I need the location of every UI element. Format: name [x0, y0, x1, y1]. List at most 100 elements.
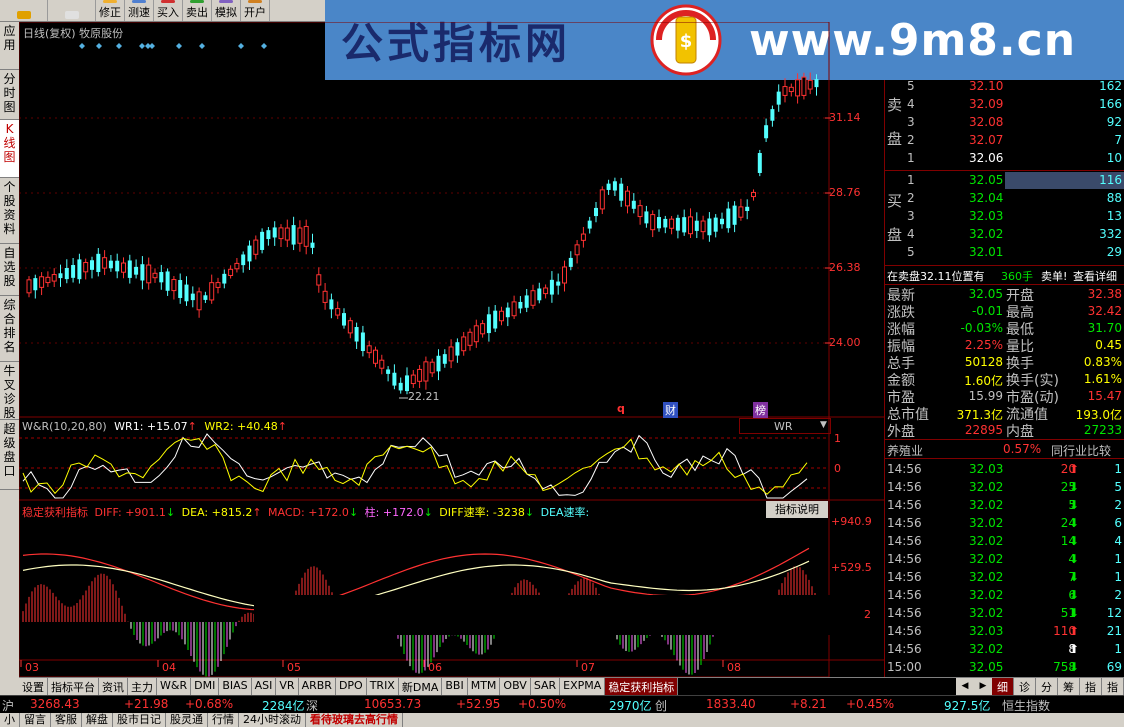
tick-row: 14:56 32.02 5 ⬇ 2 — [885, 497, 1124, 514]
right-panel-tab-5[interactable]: 指 — [1102, 678, 1124, 695]
ask-level: 5 — [907, 79, 915, 93]
indicator-tab-12[interactable]: 新DMA — [399, 678, 443, 695]
status-item-1[interactable]: 留言 — [20, 713, 51, 727]
left-tab-1[interactable]: 分时图 — [0, 70, 19, 120]
bid-row[interactable]: 4 32.02 332 — [885, 226, 1124, 243]
bid-row[interactable]: 2 32.04 88 — [885, 190, 1124, 207]
status-item-0[interactable]: 小 — [0, 713, 20, 727]
candle-body — [410, 374, 416, 385]
toolbar-button-1[interactable] — [48, 0, 96, 21]
indicator-tab-13[interactable]: BBI — [442, 678, 468, 695]
ask-row[interactable]: 4 32.09 166 — [885, 96, 1124, 113]
ask-row[interactable]: 2 32.07 7 — [885, 132, 1124, 149]
indicator-tab-7[interactable]: ASI — [252, 678, 277, 695]
left-tab-5[interactable]: 综合排名 — [0, 296, 19, 362]
toolbar-button-6[interactable]: 模拟 — [212, 0, 241, 21]
candle-body — [473, 325, 479, 343]
indicator-tab-2[interactable]: 资讯 — [99, 678, 128, 695]
left-tab-4[interactable]: 自选股 — [0, 244, 19, 296]
scroll-left-icon[interactable]: ◀ — [962, 681, 969, 695]
event-marker-finance[interactable]: 财 — [663, 402, 678, 418]
candle-body — [171, 279, 177, 292]
candle-body — [436, 355, 441, 372]
status-item-4[interactable]: 股市日记 — [113, 713, 166, 727]
wr-indicator-select[interactable]: WR ▼ — [739, 418, 831, 434]
status-item-3[interactable]: 解盘 — [82, 713, 113, 727]
ask-row[interactable]: 5 32.10 162 — [885, 78, 1124, 95]
indicator-tab-10[interactable]: DPO — [336, 678, 367, 695]
event-marker-q[interactable]: q — [617, 402, 625, 415]
tick-price: 32.02 — [969, 480, 1004, 494]
tab-scroll-arrows[interactable]: ◀ ▶ — [956, 678, 992, 695]
ask-level: 1 — [907, 151, 915, 165]
wr-select-value: WR — [774, 420, 793, 433]
status-item-8[interactable]: 看待玻璃去高行情 — [306, 713, 403, 727]
toolbar-button-7[interactable]: 开户 — [241, 0, 270, 21]
tick-time: 14:56 — [887, 498, 922, 512]
ask-row[interactable]: 1 32.06 10 — [885, 150, 1124, 167]
month-label-05: 05 — [287, 661, 301, 674]
left-tab-2[interactable]: K线图 — [0, 120, 19, 178]
order-notice[interactable]: 在卖盘32.11位置有 360手 卖单! 查看详细 — [885, 267, 1124, 284]
notice-detail-link[interactable]: 查看详细 — [1073, 268, 1117, 284]
right-panel-tab-1[interactable]: 诊 — [1014, 678, 1036, 695]
indicator-tab-8[interactable]: VR — [276, 678, 299, 695]
left-tab-6[interactable]: 牛叉诊股 — [0, 362, 19, 420]
toolbar-button-4[interactable]: 买入 — [154, 0, 183, 21]
sector-row[interactable]: 养殖业 0.57% 同行业比较 — [885, 441, 1124, 458]
right-panel-tab-2[interactable]: 分 — [1036, 678, 1058, 695]
bid-row[interactable]: 3 32.03 13 — [885, 208, 1124, 225]
bid-level: 2 — [907, 191, 915, 205]
tick-row: 15:00 32.05 758 ⬇ 69 — [885, 659, 1124, 676]
right-panel-tab-4[interactable]: 指 — [1080, 678, 1102, 695]
kline-chart[interactable] — [19, 22, 884, 677]
notice-type: 卖单! — [1041, 270, 1068, 283]
chart-area[interactable]: 日线(复权) 牧原股份 31.14 28.76 26.38 24.00 22.2… — [19, 22, 884, 677]
toolbar-button-5[interactable]: 卖出 — [183, 0, 212, 21]
ask-row[interactable]: 3 32.08 92 — [885, 114, 1124, 131]
indicator-tab-4[interactable]: W&R — [157, 678, 192, 695]
indicator-tab-5[interactable]: DMI — [191, 678, 220, 695]
signal-diamond-2 — [116, 43, 122, 49]
candle-body — [64, 268, 69, 280]
sector-compare-button[interactable]: 同行业比较 — [1051, 442, 1111, 459]
indicator-tab-1[interactable]: 指标平台 — [48, 678, 99, 695]
status-item-6[interactable]: 行情 — [208, 713, 239, 727]
indicator-tab-6[interactable]: BIAS — [219, 678, 252, 695]
bid-volume: 332 — [1099, 227, 1122, 241]
left-tab-7[interactable]: 超级盘口 — [0, 420, 19, 490]
signal-diamond-3 — [139, 43, 145, 49]
right-panel-tab-0[interactable]: 细 — [992, 678, 1014, 695]
status-item-2[interactable]: 客服 — [51, 713, 82, 727]
bid-row[interactable]: 1 32.05 116 — [885, 172, 1124, 189]
indicator-tab-16[interactable]: SAR — [531, 678, 561, 695]
diff-arrow-icon: ↓ — [165, 506, 176, 519]
right-panel-tab-3[interactable]: 筹 — [1058, 678, 1080, 695]
left-tab-3[interactable]: 个股资料 — [0, 178, 19, 244]
indicator-tab-15[interactable]: OBV — [500, 678, 531, 695]
indicator-help-button[interactable]: 指标说明 — [766, 501, 828, 518]
indicator-tab-9[interactable]: ARBR — [299, 678, 336, 695]
toolbar-button-2[interactable]: 修正 — [96, 0, 125, 21]
scroll-right-icon[interactable]: ▶ — [980, 681, 987, 695]
candle-body — [278, 227, 284, 240]
cy-pct: +0.45% — [846, 697, 895, 711]
dea-arrow-icon: ↑ — [252, 506, 262, 519]
candle-body — [146, 264, 152, 284]
toolbar-button-3[interactable]: 测速 — [125, 0, 154, 21]
status-item-5[interactable]: 股灵通 — [166, 713, 208, 727]
toolbar-button-0[interactable] — [0, 0, 48, 21]
bid-row[interactable]: 5 32.01 29 — [885, 244, 1124, 261]
left-tab-0[interactable]: 应用 — [0, 22, 19, 70]
tick-price: 32.02 — [969, 534, 1004, 548]
indicator-tab-14[interactable]: MTM — [468, 678, 501, 695]
candle-body — [738, 206, 744, 218]
indicator-tab-3[interactable]: 主力 — [128, 678, 157, 695]
indicator-tab-0[interactable]: 设置 — [19, 678, 48, 695]
indicator-tab-18[interactable]: 稳定获利指标 — [605, 678, 679, 695]
tick-count: 1 — [1114, 570, 1122, 584]
event-marker-rank[interactable]: 榜 — [753, 402, 768, 418]
indicator-tab-11[interactable]: TRIX — [367, 678, 399, 695]
indicator-tab-17[interactable]: EXPMA — [560, 678, 606, 695]
status-item-7[interactable]: 24小时滚动 — [239, 713, 306, 727]
